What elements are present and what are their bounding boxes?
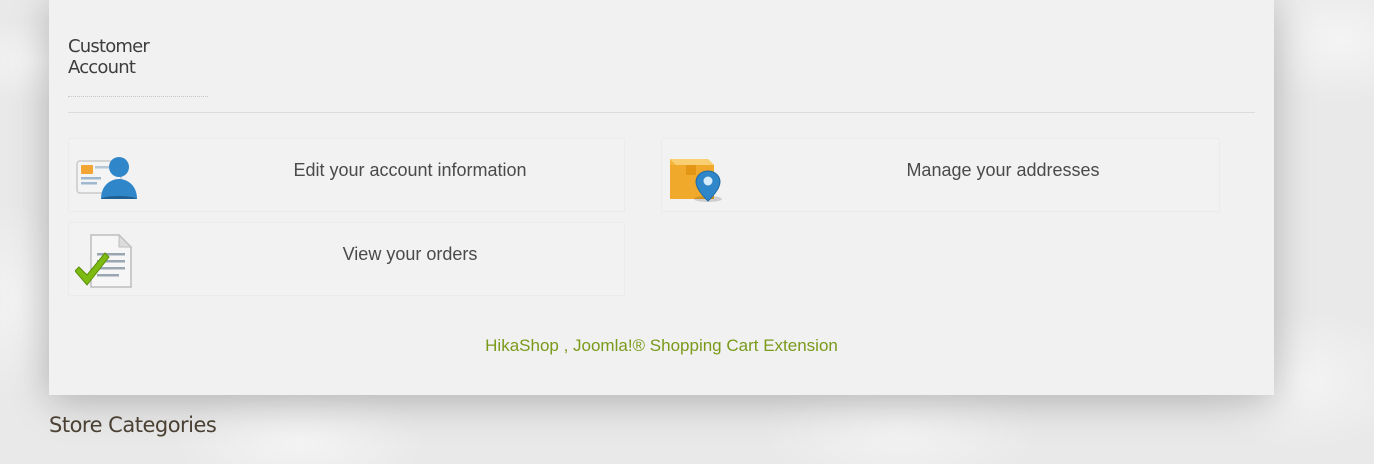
address-box-pin-icon bbox=[670, 159, 722, 202]
store-categories-heading: Store Categories bbox=[49, 413, 217, 437]
panel-title: Customer Account bbox=[68, 36, 208, 97]
manage-addresses-label: Manage your addresses bbox=[906, 160, 1100, 180]
edit-account-label: Edit your account information bbox=[293, 160, 527, 180]
view-orders-label: View your orders bbox=[342, 244, 478, 264]
hikashop-footer-link[interactable]: HikaShop , Joomla!® Shopping Cart Extens… bbox=[49, 336, 1274, 356]
divider bbox=[68, 112, 1255, 113]
customer-account-panel: Customer Account Edit your account infor… bbox=[49, 0, 1274, 395]
view-orders-button[interactable]: View your orders bbox=[68, 222, 625, 296]
order-document-check-icon bbox=[75, 233, 133, 288]
edit-account-button[interactable]: Edit your account information bbox=[68, 138, 625, 212]
manage-addresses-button[interactable]: Manage your addresses bbox=[661, 138, 1220, 212]
user-card-icon bbox=[76, 157, 137, 199]
